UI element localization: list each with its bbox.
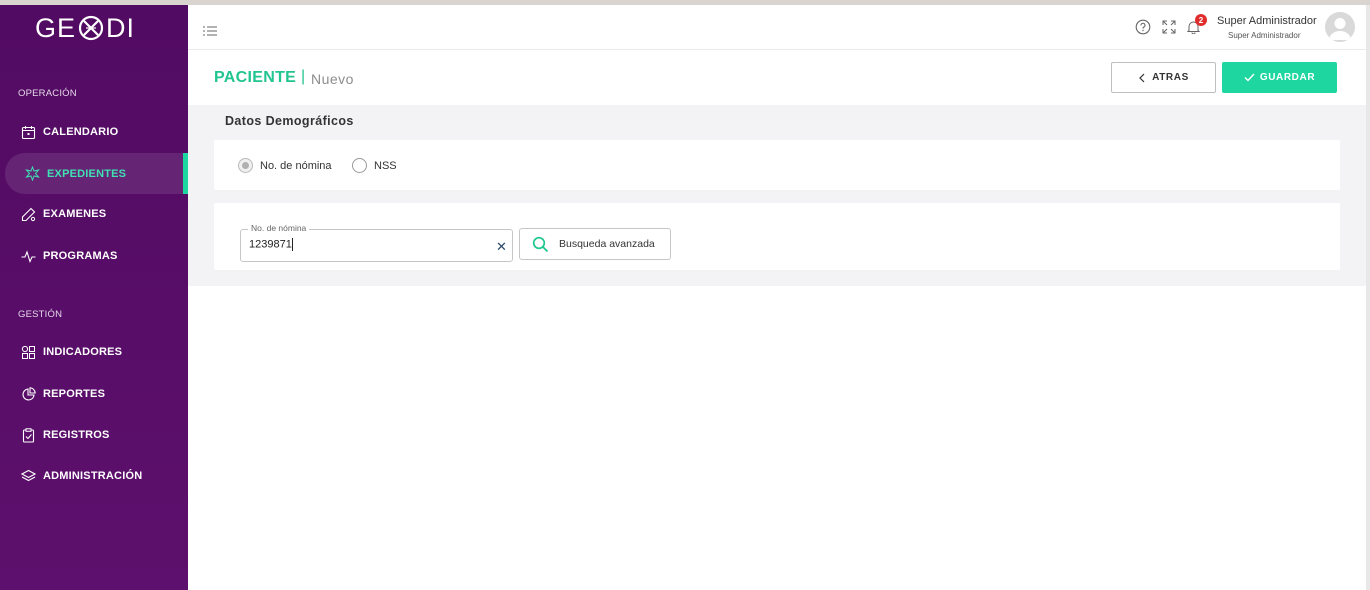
section-heading: Datos Demográficos [225,114,354,128]
radio-nomina[interactable]: No. de nómina [238,158,332,173]
title-separator: | [301,68,306,85]
avatar[interactable] [1325,12,1355,42]
page-title: PACIENTE [214,69,297,86]
pie-chart-icon [21,386,36,402]
sidebar-item-examenes[interactable]: EXAMENES [0,195,188,233]
sidebar-item-label: EXPEDIENTES [47,167,127,180]
sidebar-item-expedientes[interactable]: EXPEDIENTES [5,153,188,194]
sidebar-item-reportes[interactable]: REPORTES [0,375,188,413]
advanced-search-label: Busqueda avanzada [559,238,655,250]
search-icon [532,236,549,252]
lab-icon [21,207,36,222]
field-label: No. de nómina [248,223,310,233]
grid-icon [21,345,36,360]
section-title-operacion: OPERACIÓN [18,88,77,99]
sidebar-item-indicadores[interactable]: INDICADORES [0,333,188,371]
pulse-icon [21,249,36,264]
section-title-gestion: GESTIÓN [18,309,63,320]
sidebar-item-label: REPORTES [43,388,106,400]
save-button-label: GUARDAR [1259,72,1316,83]
sidebar-item-label: INDICADORES [43,346,123,358]
page-scrollbar[interactable] [1366,5,1370,590]
logo-text-right: DI [106,12,136,43]
fullscreen-icon[interactable] [1162,20,1176,34]
sidebar-item-label: REGISTROS [43,429,110,441]
logo: GE DI [35,13,135,43]
radio-label: No. de nómina [260,159,332,172]
nomina-input[interactable]: 1239871 [249,238,293,251]
back-button-label: ATRAS [1152,72,1189,83]
sidebar: GE DI OPERACIÓN CALENDARIO EXPEDIENTES E… [0,5,188,590]
radio-circle[interactable] [238,158,253,173]
clear-icon[interactable]: ✕ [496,239,507,255]
medical-icon [25,166,40,181]
sidebar-item-programas[interactable]: PROGRAMAS [0,237,188,275]
id-type-card: No. de nómina NSS [214,140,1340,190]
radio-circle[interactable] [352,158,367,173]
top-header: 2 Super Administrador Super Administrado… [188,5,1366,50]
sidebar-item-calendario[interactable]: CALENDARIO [0,113,188,151]
back-button[interactable]: ATRAS [1111,62,1216,93]
check-icon [1244,73,1255,82]
user-role: Super Administrador [1228,31,1301,40]
clipboard-check-icon [21,427,36,443]
logo-mark-icon [78,15,104,41]
nomina-field[interactable]: No. de nómina 1239871 ✕ [240,223,513,262]
notification-badge: 2 [1195,14,1207,26]
search-card: No. de nómina 1239871 ✕ Busqueda avanzad… [214,203,1340,270]
user-name[interactable]: Super Administrador [1217,15,1317,27]
sidebar-item-label: PROGRAMAS [43,250,118,262]
layers-icon [21,469,36,484]
save-button[interactable]: GUARDAR [1222,62,1337,93]
nomina-input-value: 1239871 [249,238,292,251]
radio-nss[interactable]: NSS [352,158,397,173]
sidebar-item-label: EXAMENES [43,208,107,220]
sidebar-item-registros[interactable]: REGISTROS [0,416,188,454]
help-icon[interactable] [1135,19,1151,35]
radio-label: NSS [374,159,397,172]
menu-toggle-icon[interactable] [203,23,217,41]
main-area: 2 Super Administrador Super Administrado… [188,5,1366,590]
advanced-search-button[interactable]: Busqueda avanzada [519,228,671,260]
page-subtitle: Nuevo [311,71,354,87]
sidebar-item-label: ADMINISTRACIÓN [43,470,143,482]
sidebar-item-administracion[interactable]: ADMINISTRACIÓN [0,457,188,495]
text-caret [291,238,293,251]
chevron-left-icon [1139,73,1145,82]
calendar-icon [21,125,36,140]
sidebar-item-label: CALENDARIO [43,126,119,138]
logo-text-left: GE [35,12,77,43]
